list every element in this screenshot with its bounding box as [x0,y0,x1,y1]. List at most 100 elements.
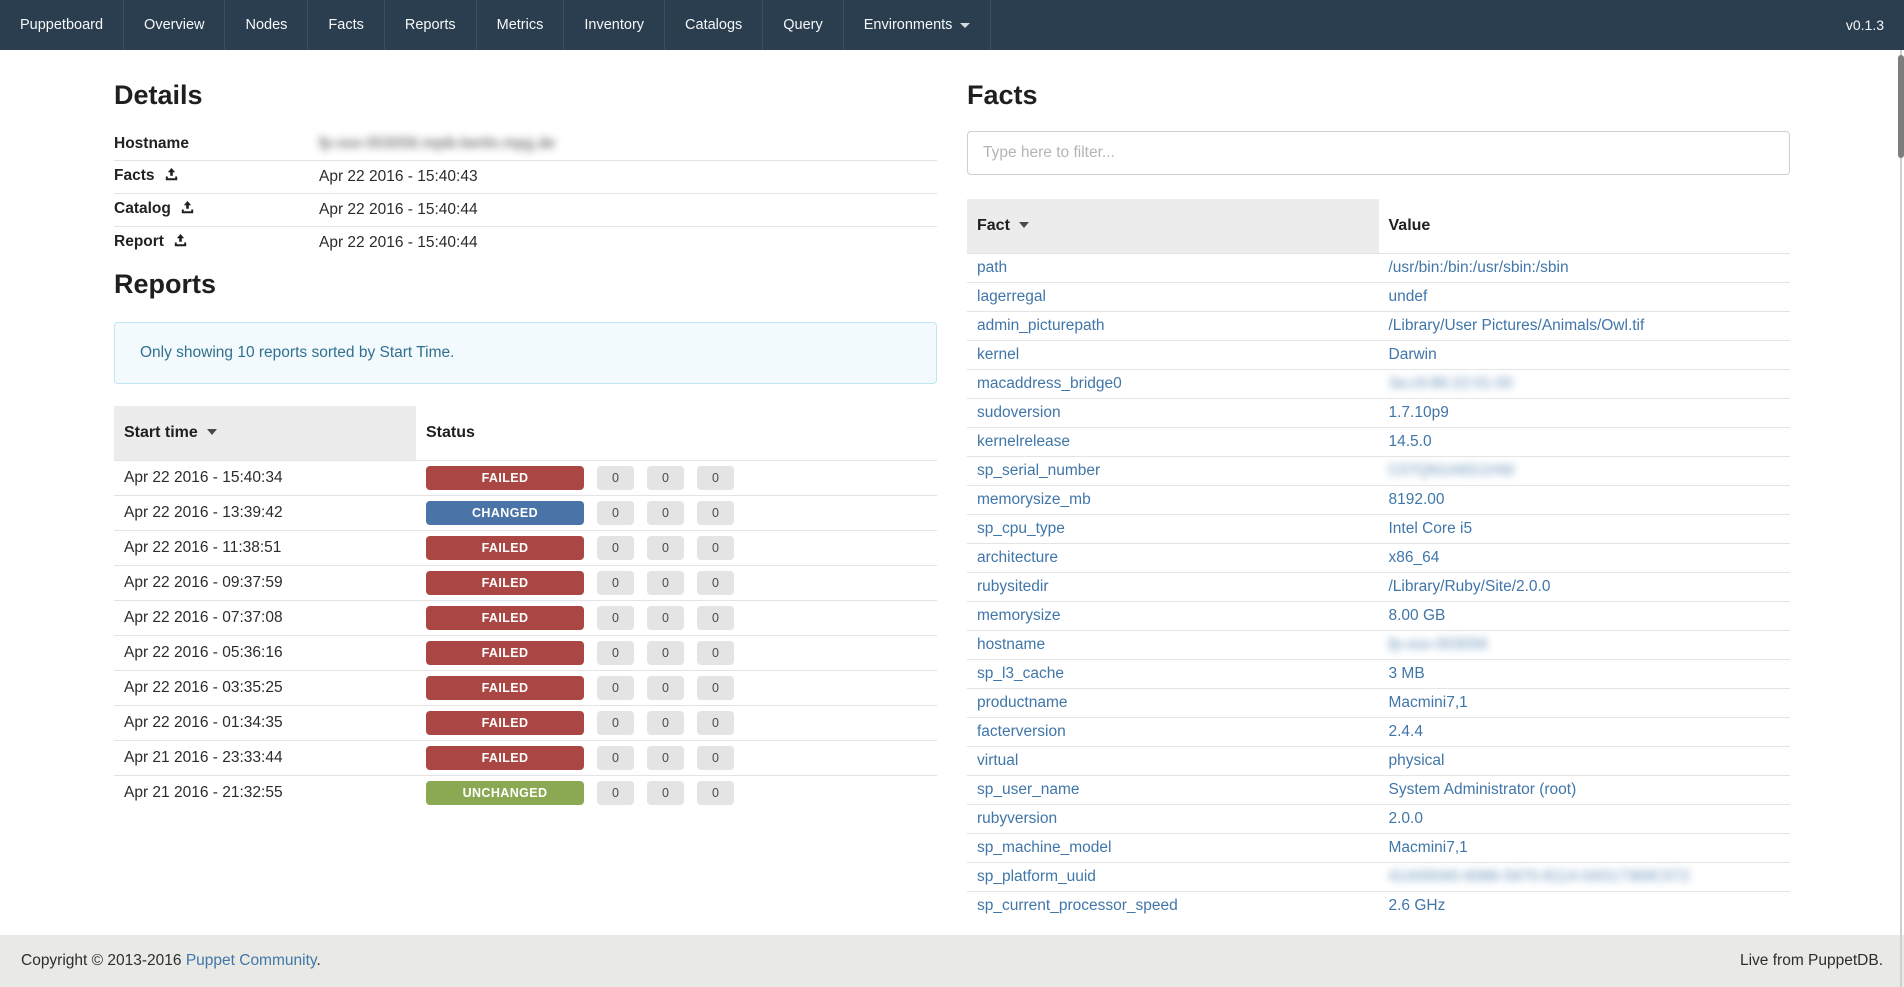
fact-value-link[interactable]: Macmini7,1 [1389,694,1468,711]
fact-name-link[interactable]: productname [977,694,1067,711]
facts-table: Fact Value path/usr/bin:/bin:/usr/sbin:/… [967,199,1790,920]
fact-value-link[interactable]: 1.7.10p9 [1389,404,1449,421]
report-status-badge[interactable]: FAILED [426,571,584,595]
nav-item-inventory[interactable]: Inventory [564,0,665,50]
report-status-badge[interactable]: FAILED [426,746,584,770]
details-label: Report [114,227,319,260]
fact-value-link[interactable]: 14.5.0 [1389,433,1432,450]
fact-name-link[interactable]: sp_cpu_type [977,520,1065,537]
nav-item-overview[interactable]: Overview [124,0,225,50]
fact-name-link[interactable]: path [977,259,1007,276]
fact-name-link[interactable]: sp_user_name [977,781,1080,798]
fact-name-link[interactable]: rubysitedir [977,578,1049,595]
report-status-badge[interactable]: FAILED [426,641,584,665]
fact-value-link[interactable]: Macmini7,1 [1389,839,1468,856]
fact-value-link[interactable]: Darwin [1389,346,1437,363]
puppet-community-link[interactable]: Puppet Community [186,952,317,969]
nav-item-facts[interactable]: Facts [308,0,384,50]
fact-name-link[interactable]: sudoversion [977,404,1061,421]
fact-row: memorysize_mb 8192.00 [967,486,1790,515]
nav-item-catalogs[interactable]: Catalogs [665,0,763,50]
fact-name-link[interactable]: sp_current_processor_speed [977,897,1178,914]
report-status-badge[interactable]: FAILED [426,466,584,490]
fact-name-link[interactable]: memorysize_mb [977,491,1091,508]
report-count-box: 0 [597,781,634,805]
fact-value-link[interactable]: Intel Core i5 [1389,520,1473,537]
reports-column-start-time[interactable]: Start time [114,406,416,461]
fact-name-link[interactable]: virtual [977,752,1018,769]
fact-value-link[interactable]: 8.00 GB [1389,607,1446,624]
scrollbar-track[interactable] [1900,50,1902,987]
scrollbar-thumb[interactable] [1898,55,1904,158]
fact-value-link[interactable]: /usr/bin:/bin:/usr/sbin:/sbin [1389,259,1569,276]
fact-name-link[interactable]: kernelrelease [977,433,1070,450]
nav-item-reports[interactable]: Reports [385,0,477,50]
fact-name-link[interactable]: hostname [977,636,1045,653]
report-status-badge[interactable]: FAILED [426,711,584,735]
upload-icon[interactable] [181,201,194,219]
fact-name-link[interactable]: sp_machine_model [977,839,1111,856]
fact-name-link[interactable]: macaddress_bridge0 [977,375,1122,392]
fact-value-link[interactable]: 2.4.4 [1389,723,1423,740]
navbar-brand[interactable]: Puppetboard [0,0,124,50]
fact-value-link[interactable]: undef [1389,288,1428,305]
fact-value-link[interactable]: 3 MB [1389,665,1425,682]
fact-value-link[interactable]: 41A00040-6086-5970-8114-0A517369C072 [1389,868,1690,885]
fact-value-link[interactable]: 2.6 GHz [1389,897,1446,914]
fact-row: sp_machine_model Macmini7,1 [967,834,1790,863]
fact-name-link[interactable]: facterversion [977,723,1066,740]
details-label: Facts [114,161,319,194]
fact-value-link[interactable]: x86_64 [1389,549,1440,566]
fact-value-link[interactable]: /Library/Ruby/Site/2.0.0 [1389,578,1551,595]
page-footer: Copyright © 2013-2016 Puppet Community. … [0,935,1904,987]
nav-item-environments-dropdown[interactable]: Environments [844,0,992,50]
fact-value-link[interactable]: physical [1389,752,1445,769]
nav-item-metrics[interactable]: Metrics [477,0,565,50]
reports-column-status[interactable]: Status [416,406,937,461]
upload-icon[interactable] [165,168,178,186]
fact-name-link[interactable]: architecture [977,549,1058,566]
details-table: Hostname fp-osx-003056.mpib-berlin.mpg.d… [114,129,937,259]
fact-name-link[interactable]: rubyversion [977,810,1057,827]
column-label: Start time [124,424,198,441]
fact-name-link[interactable]: kernel [977,346,1019,363]
report-status-badge[interactable]: FAILED [426,606,584,630]
nav-item-nodes[interactable]: Nodes [225,0,308,50]
report-count-box: 0 [597,676,634,700]
report-start-time: Apr 22 2016 - 03:35:25 [114,671,416,706]
fact-value-link[interactable]: 3a:c9:86:22:01:00 [1389,375,1513,392]
fact-name-link[interactable]: memorysize [977,607,1061,624]
fact-name-link[interactable]: sp_serial_number [977,462,1100,479]
report-count-box: 0 [697,501,734,525]
fact-name-link[interactable]: lagerregal [977,288,1046,305]
fact-value-link[interactable]: C07QN1A6G1HW [1389,462,1515,479]
fact-value-link[interactable]: 8192.00 [1389,491,1445,508]
app-version: v0.1.3 [1826,0,1904,50]
fact-row: sp_user_name System Administrator (root) [967,776,1790,805]
fact-row: virtual physical [967,747,1790,776]
facts-filter-input[interactable] [967,131,1790,175]
upload-icon[interactable] [174,234,187,252]
nav-item-query[interactable]: Query [763,0,844,50]
report-status-badge[interactable]: CHANGED [426,501,584,525]
main-content: Details Hostname fp-osx-003056.mpib-berl… [0,50,1904,935]
fact-name-link[interactable]: sp_l3_cache [977,665,1064,682]
fact-name-link[interactable]: sp_platform_uuid [977,868,1096,885]
fact-value-link[interactable]: 2.0.0 [1389,810,1423,827]
report-status-badge[interactable]: FAILED [426,536,584,560]
facts-column-value[interactable]: Value [1379,199,1791,254]
report-row: Apr 22 2016 - 03:35:25FAILED000 [114,671,937,706]
facts-column-fact[interactable]: Fact [967,199,1379,254]
reports-table: Start time Status Apr 22 2016 - 15:40:34… [114,406,937,810]
left-column: Details Hostname fp-osx-003056.mpib-berl… [114,70,937,920]
fact-value-link[interactable]: fp-osx-003056 [1389,636,1488,653]
fact-value-link[interactable]: System Administrator (root) [1389,781,1577,798]
column-label: Fact [977,217,1010,234]
fact-name-link[interactable]: admin_picturepath [977,317,1105,334]
report-row: Apr 22 2016 - 09:37:59FAILED000 [114,566,937,601]
report-status-badge[interactable]: FAILED [426,676,584,700]
report-start-time: Apr 22 2016 - 15:40:34 [114,461,416,496]
fact-value-link[interactable]: /Library/User Pictures/Animals/Owl.tif [1389,317,1645,334]
sort-desc-icon [207,429,217,435]
report-status-badge[interactable]: UNCHANGED [426,781,584,805]
